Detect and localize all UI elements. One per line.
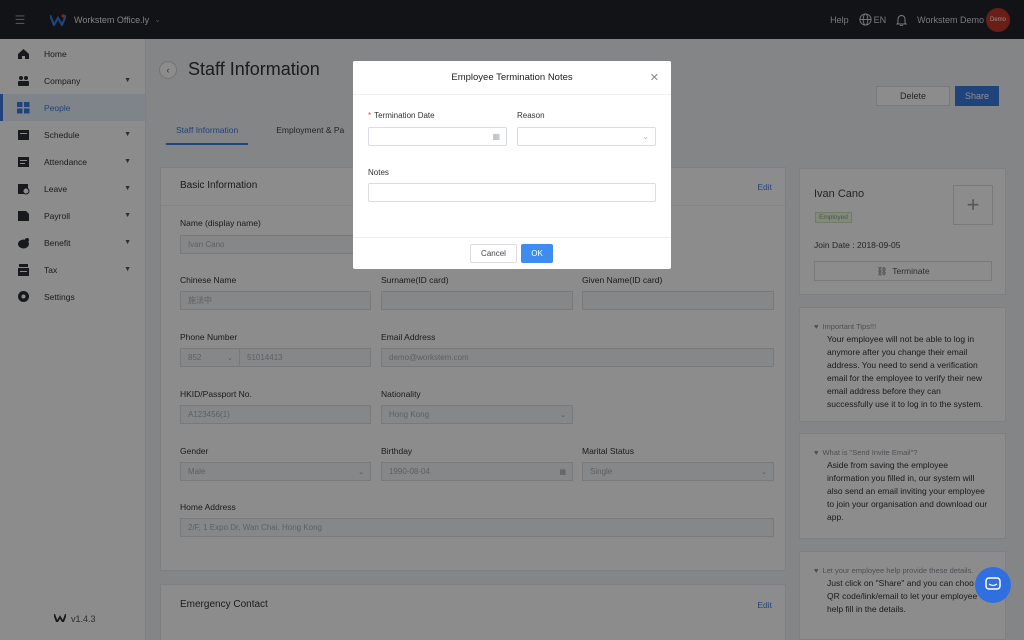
termination-date-input[interactable]: ▦ (368, 127, 507, 146)
close-icon[interactable]: ✕ (650, 71, 659, 84)
notes-input[interactable] (368, 183, 656, 202)
cancel-button[interactable]: Cancel (470, 244, 517, 263)
divider (353, 237, 671, 238)
termination-date-label: * Termination Date (368, 111, 435, 120)
chat-button[interactable] (975, 567, 1011, 603)
chat-icon (985, 576, 1001, 594)
divider (353, 94, 671, 95)
modal-title: Employee Termination Notes (451, 72, 573, 83)
reason-label: Reason (517, 111, 545, 120)
termination-modal: Employee Termination Notes ✕ * Terminatio… (353, 61, 671, 269)
required-marker: * (368, 111, 372, 120)
ok-button[interactable]: OK (521, 244, 553, 263)
chevron-down-icon: ⌄ (642, 132, 649, 141)
label-text: Termination Date (374, 111, 435, 120)
reason-select[interactable]: ⌄ (517, 127, 656, 146)
calendar-icon: ▦ (492, 132, 500, 141)
notes-label: Notes (368, 168, 389, 177)
